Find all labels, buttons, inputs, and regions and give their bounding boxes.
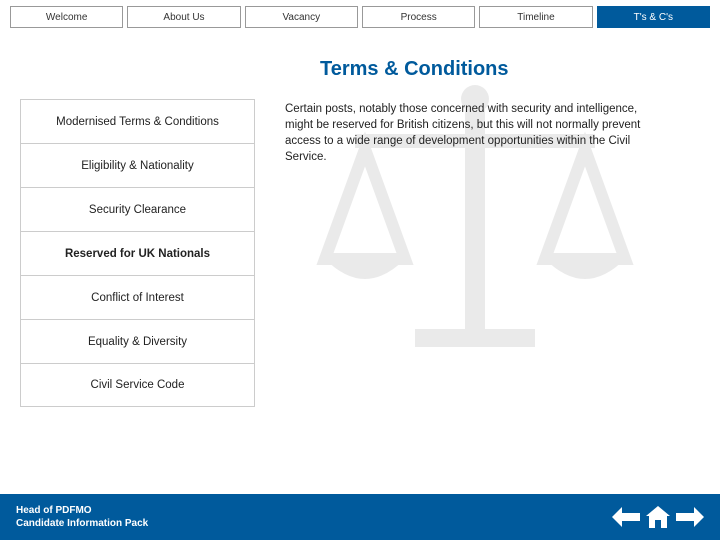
- home-icon[interactable]: [646, 506, 670, 528]
- sidebar-item-reserved-uk-nationals[interactable]: Reserved for UK Nationals: [20, 231, 255, 275]
- sidebar-item-equality-diversity[interactable]: Equality & Diversity: [20, 319, 255, 363]
- footer: Head of PDFMO Candidate Information Pack: [0, 494, 720, 540]
- tab-process[interactable]: Process: [362, 6, 475, 28]
- sidebar: Modernised Terms & Conditions Eligibilit…: [20, 99, 255, 407]
- body-paragraph: Certain posts, notably those concerned w…: [285, 101, 665, 165]
- footer-line-1: Head of PDFMO: [16, 504, 148, 517]
- top-navigation: Welcome About Us Vacancy Process Timelin…: [0, 0, 720, 30]
- tab-about-us[interactable]: About Us: [127, 6, 240, 28]
- footer-title: Head of PDFMO Candidate Information Pack: [16, 504, 148, 530]
- tab-terms-conditions[interactable]: T's & C's: [597, 6, 710, 28]
- main-content: Certain posts, notably those concerned w…: [285, 99, 700, 407]
- previous-arrow-icon[interactable]: [612, 507, 640, 527]
- sidebar-item-security-clearance[interactable]: Security Clearance: [20, 187, 255, 231]
- tab-vacancy[interactable]: Vacancy: [245, 6, 358, 28]
- content-area: Modernised Terms & Conditions Eligibilit…: [0, 99, 720, 407]
- tab-welcome[interactable]: Welcome: [10, 6, 123, 28]
- sidebar-item-eligibility-nationality[interactable]: Eligibility & Nationality: [20, 143, 255, 187]
- footer-navigation: [612, 506, 704, 528]
- sidebar-item-conflict-of-interest[interactable]: Conflict of Interest: [20, 275, 255, 319]
- page-title: Terms & Conditions: [320, 58, 720, 81]
- next-arrow-icon[interactable]: [676, 507, 704, 527]
- sidebar-item-civil-service-code[interactable]: Civil Service Code: [20, 363, 255, 407]
- footer-line-2: Candidate Information Pack: [16, 517, 148, 530]
- sidebar-item-modernised-terms[interactable]: Modernised Terms & Conditions: [20, 99, 255, 143]
- tab-timeline[interactable]: Timeline: [479, 6, 592, 28]
